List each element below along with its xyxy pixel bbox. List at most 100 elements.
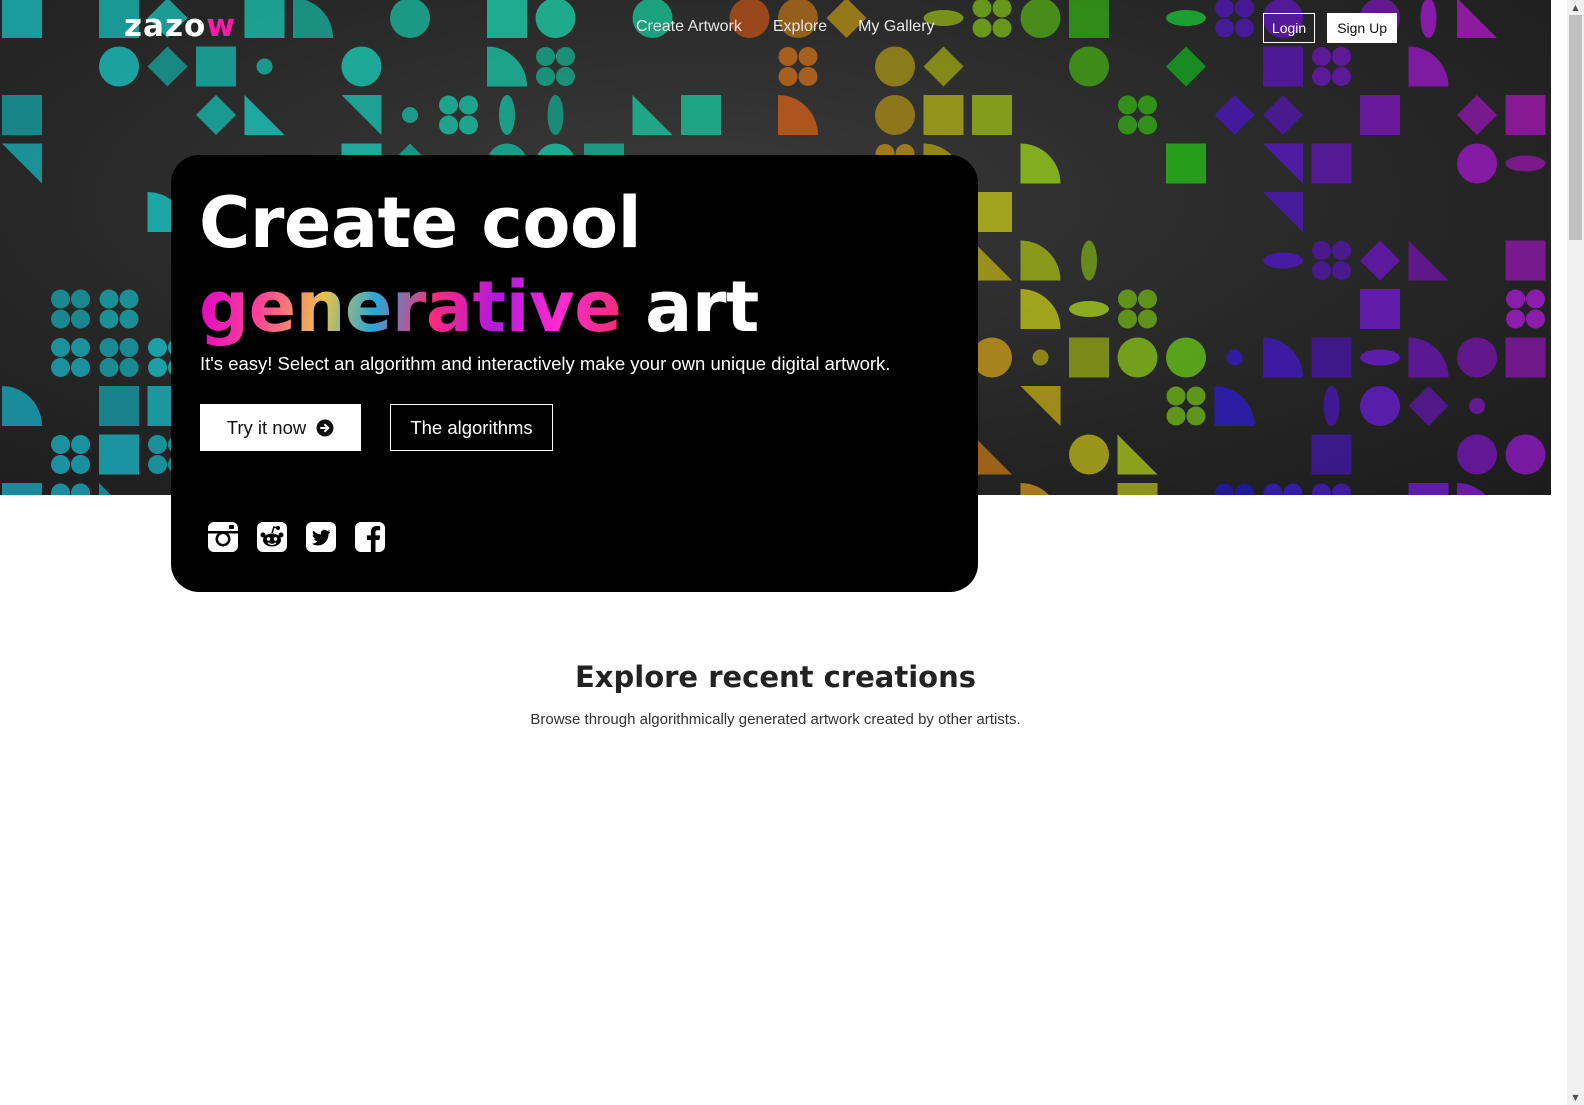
pattern-shape	[99, 483, 111, 495]
pattern-shape	[439, 95, 478, 135]
pattern-shape	[2, 386, 42, 426]
logo[interactable]: zazow	[124, 8, 236, 44]
pattern-shape	[1215, 483, 1254, 495]
pattern-shape	[1166, 386, 1206, 426]
scroll-thumb[interactable]	[1569, 15, 1582, 240]
pattern-shape	[1457, 434, 1497, 475]
reddit-icon[interactable]	[256, 521, 288, 553]
pattern-shape	[1069, 301, 1109, 317]
pattern-shape	[196, 46, 236, 87]
pattern-shape	[1069, 434, 1109, 475]
nav-create-artwork[interactable]: Create Artwork	[636, 18, 742, 36]
pattern-shape	[390, 0, 430, 38]
pattern-shape	[1457, 143, 1497, 184]
pattern-shape	[778, 47, 818, 86]
algorithms-button[interactable]: The algorithms	[390, 404, 553, 451]
pattern-shape	[1323, 386, 1340, 426]
pattern-shape	[972, 192, 1012, 232]
pattern-shape	[778, 95, 818, 135]
pattern-shape	[1020, 483, 1050, 495]
pattern-shape	[1069, 0, 1109, 38]
pattern-shape	[99, 338, 139, 377]
pattern-shape	[51, 338, 90, 377]
facebook-icon[interactable]	[354, 521, 386, 553]
pattern-shape	[1360, 349, 1400, 366]
pattern-shape	[1069, 337, 1109, 378]
pattern-shape	[487, 46, 527, 87]
pattern-shape	[1263, 95, 1303, 135]
pattern-shape	[1312, 483, 1351, 495]
hero-headline: Create cool generative art	[199, 181, 759, 349]
pattern-shape	[1118, 289, 1157, 329]
pattern-shape	[147, 46, 188, 87]
social-links	[207, 521, 386, 553]
pattern-shape	[341, 46, 382, 87]
pattern-shape	[1420, 0, 1437, 38]
pattern-shape	[1311, 337, 1352, 378]
pattern-shape	[1408, 240, 1449, 281]
signup-button[interactable]: Sign Up	[1327, 13, 1397, 43]
try-it-now-button[interactable]: Try it now	[200, 404, 361, 451]
pattern-shape	[2, 95, 42, 135]
pattern-shape	[536, 47, 575, 86]
pattern-shape	[632, 95, 673, 135]
pattern-shape	[1214, 386, 1255, 426]
pattern-shape	[1166, 143, 1206, 184]
pattern-shape	[1263, 143, 1303, 184]
pattern-shape	[341, 95, 382, 135]
pattern-shape	[1020, 240, 1061, 281]
pattern-shape	[1360, 289, 1400, 329]
pattern-shape	[1263, 337, 1303, 378]
try-label: Try it now	[226, 416, 307, 438]
pattern-shape	[51, 483, 90, 495]
pattern-shape	[1505, 95, 1546, 135]
pattern-shape	[1020, 0, 1061, 38]
pattern-shape	[2, 0, 42, 38]
pattern-shape	[2, 483, 42, 495]
pattern-shape	[1469, 398, 1485, 414]
twitter-icon[interactable]	[305, 521, 337, 553]
explore-subtitle: Browse through algorithmically generated…	[530, 711, 1021, 728]
pattern-shape	[1117, 483, 1158, 495]
pattern-shape	[499, 95, 515, 135]
pattern-shape	[1360, 240, 1400, 281]
pattern-shape	[1505, 337, 1546, 378]
pattern-shape	[875, 46, 915, 87]
auth-buttons: Login Sign Up	[1262, 13, 1397, 43]
pattern-shape	[923, 46, 964, 87]
pattern-shape	[1166, 10, 1206, 26]
arrow-circle-right-icon	[316, 419, 334, 436]
pattern-shape	[293, 0, 333, 38]
scroll-up-arrow-icon[interactable]: ▲	[1567, 0, 1584, 15]
pattern-shape	[1505, 434, 1546, 475]
pattern-shape	[1408, 337, 1449, 378]
page-scrollbar[interactable]: ▲ ▼	[1567, 0, 1584, 1105]
pattern-shape	[535, 0, 576, 38]
nav-my-gallery[interactable]: My Gallery	[858, 18, 934, 36]
pattern-shape	[99, 386, 139, 426]
pattern-shape	[1360, 95, 1400, 135]
instagram-icon[interactable]	[207, 521, 239, 553]
pattern-shape	[51, 289, 90, 329]
pattern-shape	[972, 337, 1012, 378]
pattern-shape	[1408, 386, 1449, 426]
pattern-shape	[681, 95, 721, 135]
pattern-shape	[1118, 95, 1157, 135]
pattern-shape	[972, 434, 1012, 475]
login-button[interactable]: Login	[1262, 13, 1316, 43]
pattern-shape	[1020, 289, 1061, 329]
nav-explore[interactable]: Explore	[773, 18, 827, 36]
pattern-shape	[196, 95, 236, 135]
pattern-shape	[487, 0, 527, 38]
pattern-shape	[1117, 337, 1158, 378]
pattern-shape	[1069, 46, 1109, 87]
pattern-shape	[51, 435, 90, 474]
scroll-down-arrow-icon[interactable]: ▼	[1567, 1090, 1584, 1105]
pattern-shape	[1457, 483, 1486, 495]
pattern-shape	[1214, 95, 1255, 135]
headline-generative: generative	[199, 266, 622, 348]
pattern-shape	[1215, 0, 1254, 38]
explore-title: Explore recent creations	[574, 660, 976, 694]
pattern-shape	[1263, 192, 1303, 232]
pattern-shape	[1117, 434, 1158, 475]
